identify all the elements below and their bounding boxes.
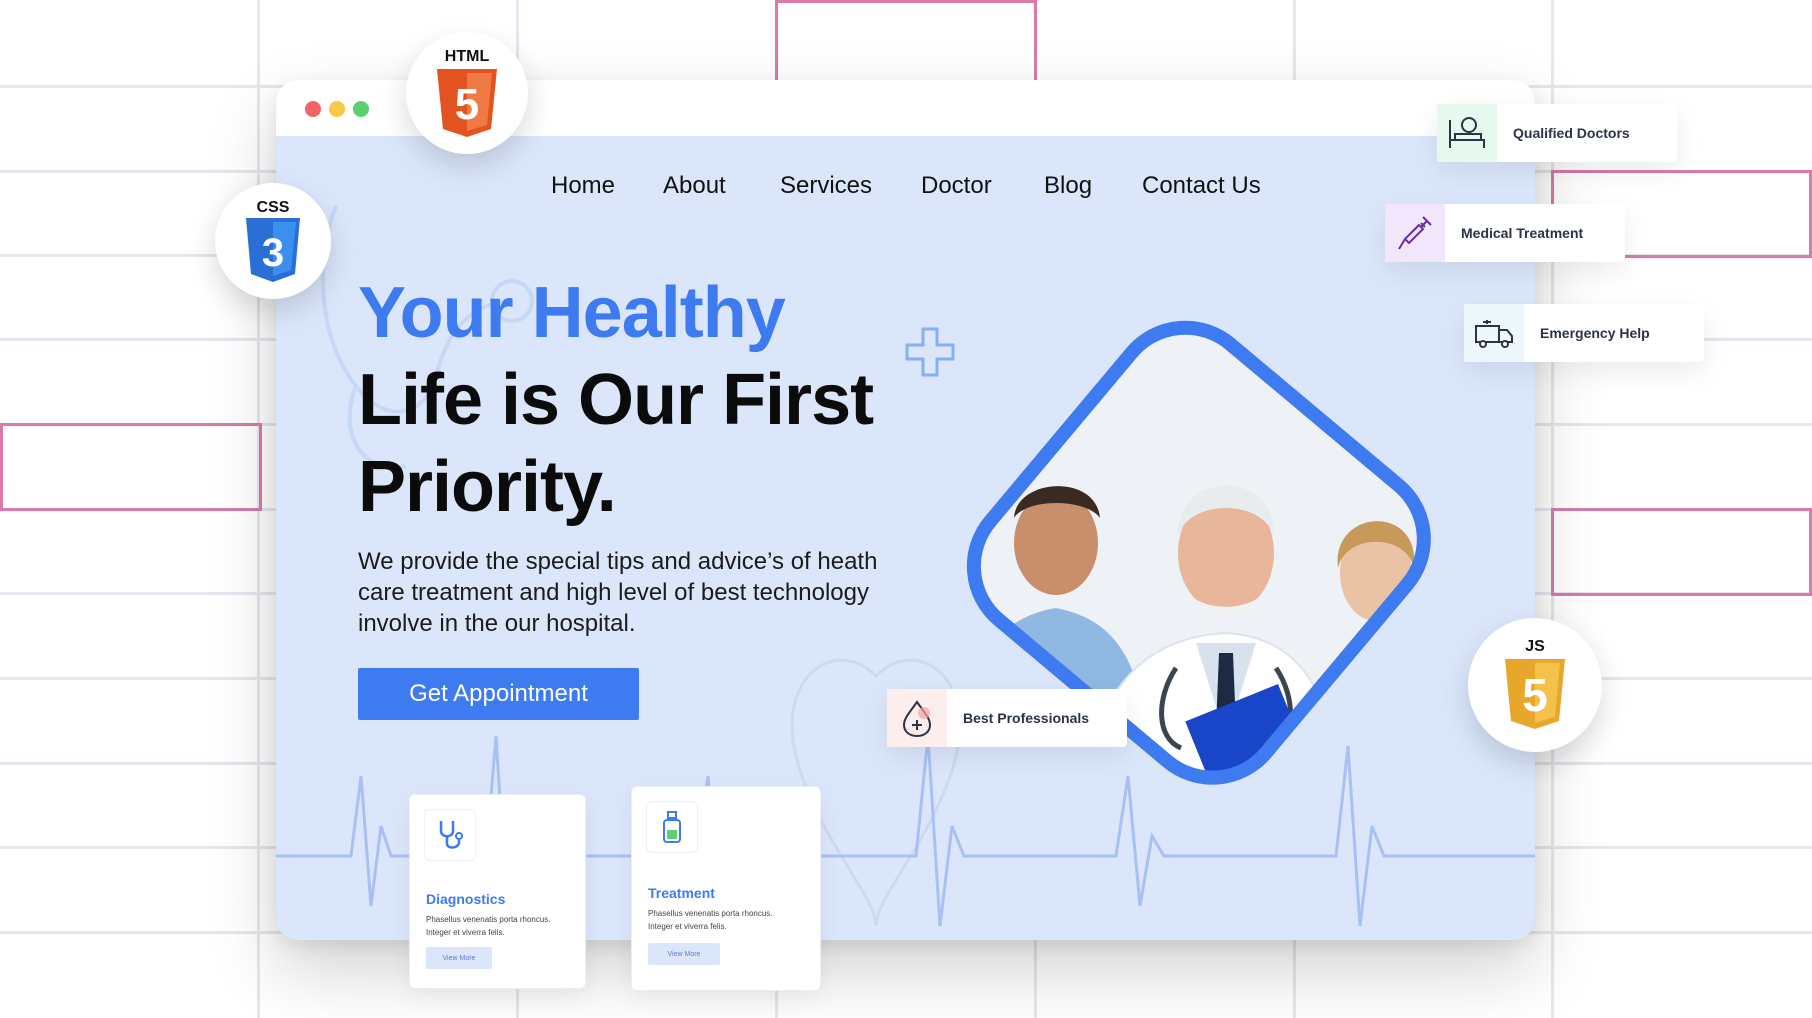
hero-description: We provide the special tips and advice’s… [358, 548, 878, 637]
treatment-text: Phasellus venenatis porta rhoncus. Integ… [648, 909, 773, 931]
bottle-icon [646, 801, 698, 853]
nav-doctor[interactable]: Doctor [921, 172, 992, 200]
svg-text:CSS: CSS [257, 199, 290, 216]
diagnostics-view-more-button[interactable]: View More [426, 947, 492, 969]
emergency-help-label: Emergency Help [1540, 325, 1650, 341]
svg-text:5: 5 [455, 80, 479, 129]
javascript-icon: JS 5 [1505, 638, 1565, 729]
get-appointment-button[interactable]: Get Appointment [358, 668, 639, 720]
hero-title-line-2: Life is Our First [358, 360, 874, 440]
html5-badge: HTML 5 [406, 32, 528, 154]
svg-text:5: 5 [1522, 669, 1548, 721]
ambulance-icon [1464, 304, 1524, 362]
window-close-dot[interactable] [305, 101, 321, 117]
medical-treatment-tag: Medical Treatment [1385, 204, 1625, 262]
medical-treatment-label: Medical Treatment [1461, 225, 1584, 241]
javascript-badge: JS 5 [1468, 618, 1602, 752]
css3-icon: CSS 3 [246, 199, 300, 282]
diagnostics-title: Diagnostics [426, 891, 506, 907]
diagnostics-text: Phasellus venenatis porta rhoncus. Integ… [426, 915, 551, 937]
css3-badge: CSS 3 [215, 183, 331, 299]
nav-services[interactable]: Services [780, 172, 872, 200]
best-professionals-tag: Best Professionals [887, 689, 1127, 747]
hero-title: Your Healthy Life is Our First Priority. [358, 270, 874, 531]
syringe-icon [1385, 204, 1445, 262]
emergency-help-tag: Emergency Help [1464, 304, 1704, 362]
best-professionals-label: Best Professionals [963, 710, 1090, 726]
qualified-doctors-tag: Qualified Doctors [1437, 104, 1677, 162]
diagnostics-card[interactable]: Diagnostics Phasellus venenatis porta rh… [409, 794, 586, 989]
stethoscope-icon [424, 809, 476, 861]
treatment-card[interactable]: Treatment Phasellus venenatis porta rhon… [631, 786, 821, 991]
nav-blog[interactable]: Blog [1044, 172, 1092, 200]
nav-contact-us[interactable]: Contact Us [1142, 172, 1261, 200]
svg-text:3: 3 [262, 231, 284, 275]
html5-icon: HTML 5 [437, 48, 497, 137]
window-maximize-dot[interactable] [353, 101, 369, 117]
svg-text:HTML: HTML [445, 48, 490, 65]
treatment-title: Treatment [648, 885, 715, 901]
nav-home[interactable]: Home [551, 172, 615, 200]
treatment-view-more-button[interactable]: View More [648, 943, 720, 965]
doctors-image [945, 299, 1453, 807]
hero-title-line-1: Your Healthy [358, 273, 786, 353]
svg-text:JS: JS [1525, 638, 1545, 655]
blood-drop-icon [887, 689, 947, 747]
nav-about[interactable]: About [663, 172, 726, 200]
hero-title-line-3: Priority. [358, 447, 617, 527]
qualified-doctors-label: Qualified Doctors [1513, 125, 1630, 141]
window-minimize-dot[interactable] [329, 101, 345, 117]
hospital-bed-icon [1437, 104, 1497, 162]
